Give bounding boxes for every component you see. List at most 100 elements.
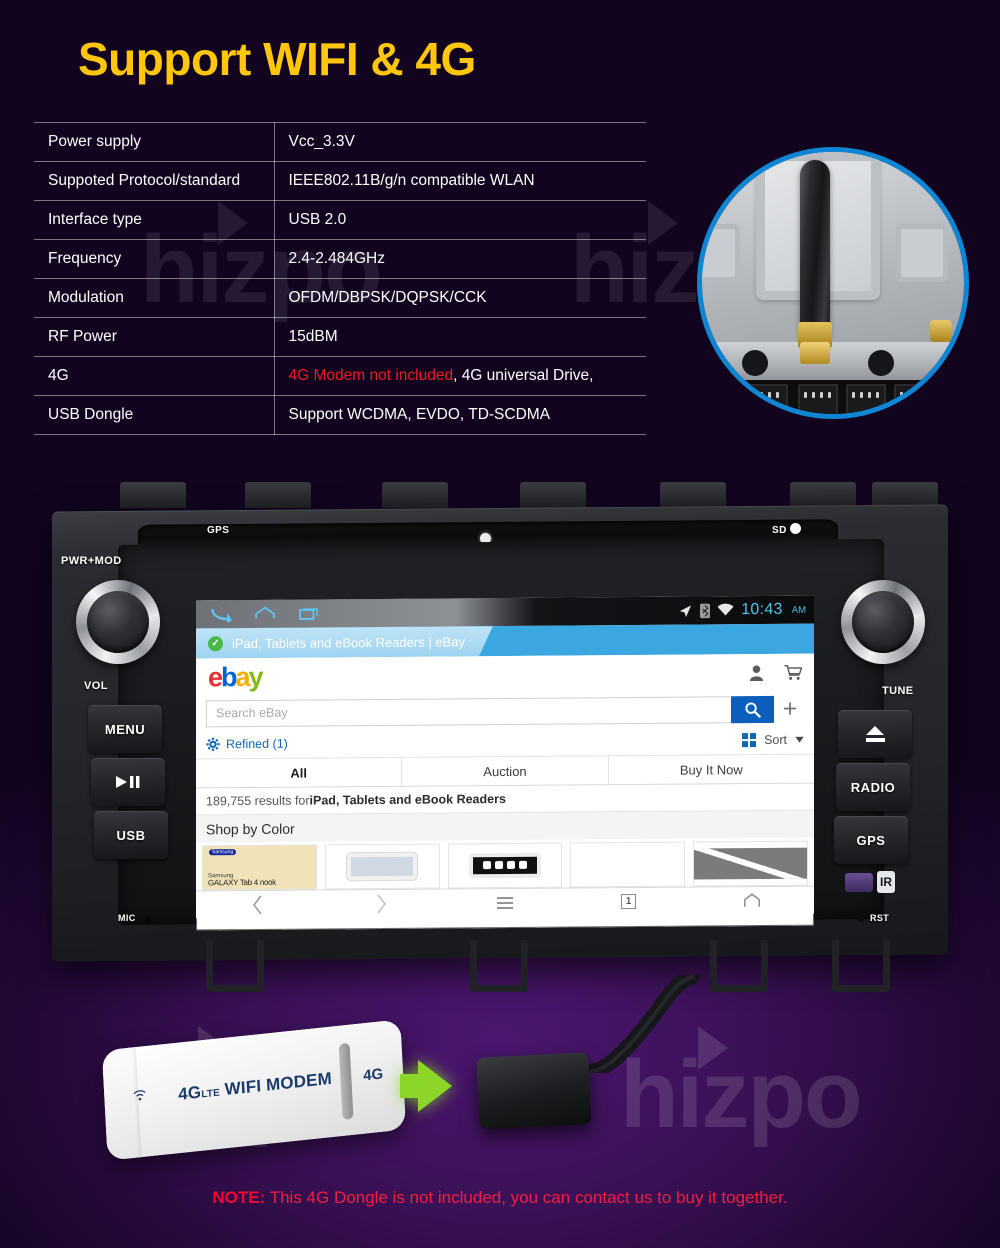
usb-button[interactable]: USB <box>94 811 168 859</box>
ebay-logo[interactable]: ebay <box>208 661 262 692</box>
home-icon[interactable] <box>254 606 276 622</box>
browser-home-button[interactable] <box>690 893 814 909</box>
wifi-icon <box>717 603 734 616</box>
spec-value: OFDM/DBPSK/DQPSK/CCK <box>274 278 646 318</box>
spec-key: RF Power <box>34 317 275 357</box>
warning-text: 4G Modem not included <box>288 367 454 384</box>
tab-auction[interactable]: Auction <box>402 756 609 786</box>
tab-all[interactable]: All <box>196 757 403 788</box>
antenna-plate <box>702 152 964 346</box>
bluetooth-icon <box>700 603 711 618</box>
tune-knob[interactable] <box>841 580 925 664</box>
refined-filter-button[interactable]: Refined (1) <box>206 737 288 752</box>
spec-value: IEEE802.11B/g/n compatible WLAN <box>274 161 646 201</box>
browser-tab[interactable]: ✓ iPad, Tablets and eBook Readers | eBay <box>196 626 493 658</box>
thumb-line2: GALAXY Tab 4 nook <box>208 877 276 888</box>
pin-header <box>798 384 838 414</box>
clock-ampm: AM <box>791 604 806 616</box>
tab-buy-it-now[interactable]: Buy It Now <box>609 755 814 785</box>
ebay-header-icons <box>749 665 802 682</box>
ebay-listing-type-tabs: All Auction Buy It Now <box>196 753 814 789</box>
reset-hole[interactable] <box>859 917 864 922</box>
note-text: NOTE: This 4G Dongle is not included, yo… <box>0 1188 1000 1208</box>
ebay-header: ebay <box>196 653 814 697</box>
gps-button[interactable]: GPS <box>834 816 908 864</box>
cart-icon[interactable] <box>784 665 802 681</box>
label-mic: MIC <box>118 913 136 923</box>
note-body: This 4G Dongle is not included, you can … <box>265 1188 788 1207</box>
spec-value: USB 2.0 <box>274 200 646 240</box>
table-row: USB Dongle Support WCDMA, EVDO, TD-SCDMA <box>34 395 646 435</box>
radio-button[interactable]: RADIO <box>836 763 910 811</box>
logo-b: b <box>221 661 236 692</box>
ebay-search-row: Search eBay + <box>196 691 814 731</box>
secure-check-icon: ✓ <box>208 636 223 651</box>
browser-tab-strip: ✓ iPad, Tablets and eBook Readers | eBay <box>196 623 814 659</box>
spec-key: USB Dongle <box>34 395 275 435</box>
usb-plug <box>476 1052 592 1130</box>
browser-tabs-button[interactable]: 1 <box>567 893 691 910</box>
sort-label[interactable]: Sort <box>764 733 787 747</box>
chevron-left-icon <box>252 894 262 914</box>
back-icon[interactable] <box>210 606 232 623</box>
table-row: Frequency 2.4-2.484GHz <box>34 239 646 279</box>
volume-knob[interactable] <box>76 580 160 664</box>
play-pause-button[interactable] <box>91 758 165 806</box>
gear-icon <box>206 737 220 751</box>
list-item[interactable]: Samsung Samsung GALAXY Tab 4 nook <box>202 844 317 891</box>
list-item[interactable] <box>324 843 440 890</box>
spec-key: Frequency <box>34 239 275 279</box>
product-thumbnail-row: Samsung Samsung GALAXY Tab 4 nook <box>196 837 814 891</box>
logo-a: a <box>235 661 249 692</box>
table-row: Suppoted Protocol/standard IEEE802.11B/g… <box>34 161 646 201</box>
antenna-rod <box>800 160 830 338</box>
menu-button[interactable]: MENU <box>88 705 162 753</box>
browser-menu-button[interactable] <box>443 895 567 910</box>
mounting-clips-bottom <box>60 940 940 1000</box>
search-input[interactable]: Search eBay <box>206 695 731 727</box>
spec-key: Modulation <box>34 278 275 318</box>
list-item[interactable] <box>447 842 563 889</box>
account-icon[interactable] <box>749 665 764 682</box>
recent-apps-icon[interactable] <box>298 605 320 621</box>
antenna-sma-screw <box>800 342 830 364</box>
table-row: Modulation OFDM/DBPSK/DQPSK/CCK <box>34 278 646 318</box>
grid-view-icon[interactable] <box>742 733 757 748</box>
pin-header <box>846 384 886 414</box>
add-tab-button[interactable]: + <box>774 694 806 723</box>
table-row: Interface type USB 2.0 <box>34 200 646 240</box>
logo-e: e <box>208 661 222 692</box>
spec-value-rest: , 4G universal Drive, <box>453 367 594 384</box>
browser-back-button[interactable] <box>196 894 320 915</box>
search-icon <box>745 701 761 718</box>
note-prefix: NOTE: <box>212 1188 266 1207</box>
pin-header <box>730 384 788 414</box>
car-head-unit: GPS SD PWR+MOD VOL TUNE MIC RST MENU USB… <box>0 470 1000 1030</box>
dongle-slider <box>338 1042 354 1120</box>
dongle-label: 4GLTE WIFI MODEM <box>178 1069 333 1105</box>
search-button[interactable] <box>731 695 774 723</box>
android-touchscreen[interactable]: 10:43 AM ✓ iPad, Tablets and eBook Reade… <box>196 595 814 931</box>
chevron-down-icon[interactable] <box>795 736 804 743</box>
sd-card-icon <box>790 523 801 534</box>
plate-hole <box>868 350 894 376</box>
list-item[interactable] <box>693 840 808 887</box>
browser-forward-button[interactable] <box>320 893 444 914</box>
wifi-antenna-photo <box>697 147 969 419</box>
table-row: 4G 4G Modem not included, 4G universal D… <box>34 356 646 396</box>
dongle-cap <box>101 1047 142 1161</box>
plate-groove <box>702 224 740 282</box>
list-item[interactable] <box>570 841 686 888</box>
wifi-icon <box>133 1090 146 1101</box>
spec-key: Power supply <box>34 122 275 162</box>
location-arrow-icon <box>680 604 692 617</box>
dongle-secondary-label: 4G <box>362 1065 384 1085</box>
dongle-4g: 4G <box>177 1082 202 1104</box>
arrow-right-icon <box>418 1060 452 1112</box>
eject-button[interactable] <box>838 710 912 758</box>
label-sd-slot: SD <box>772 525 787 536</box>
spec-value: Vcc_3.3V <box>274 122 646 162</box>
spec-value-4g: 4G Modem not included, 4G universal Driv… <box>274 356 646 396</box>
ir-receiver-window <box>845 873 873 892</box>
android-status-icons: 10:43 AM <box>678 596 806 625</box>
